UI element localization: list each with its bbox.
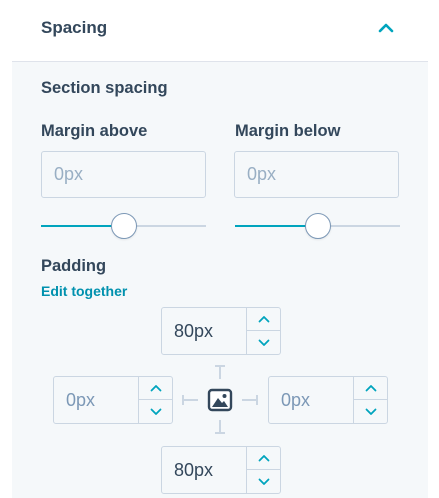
padding-top-input[interactable] [162,308,246,354]
chevron-down-icon [258,339,269,346]
padding-bottom-stepper[interactable] [161,446,281,494]
padding-left-marker-icon [182,395,198,405]
padding-bottom-marker-icon [215,420,225,434]
padding-bottom-input[interactable] [162,447,246,493]
padding-right-decrement-button[interactable] [354,400,387,423]
image-icon [207,388,233,412]
padding-left-input[interactable] [54,377,138,423]
padding-top-decrement-button[interactable] [247,331,280,354]
chevron-up-icon[interactable] [376,18,396,38]
margin-above-label: Margin above [41,122,148,140]
padding-right-marker-icon [242,395,258,405]
margin-above-input[interactable] [41,151,206,198]
padding-top-marker-icon [215,365,225,379]
padding-right-increment-button[interactable] [354,377,387,400]
padding-bottom-increment-button[interactable] [247,447,280,470]
padding-bottom-spin-buttons [246,447,280,493]
padding-bottom-decrement-button[interactable] [247,470,280,493]
chevron-down-icon [150,408,161,415]
spacing-panel: Section spacing Margin above Margin belo… [12,62,428,498]
padding-left-decrement-button[interactable] [139,400,172,423]
slider-thumb[interactable] [304,213,331,239]
padding-left-increment-button[interactable] [139,377,172,400]
margin-below-input[interactable] [234,151,399,198]
margin-above-slider[interactable] [41,213,206,239]
chevron-up-icon [258,316,269,323]
padding-top-spin-buttons [246,308,280,354]
edit-together-link[interactable]: Edit together [41,283,127,299]
padding-left-stepper[interactable] [53,376,173,424]
padding-top-stepper[interactable] [161,307,281,355]
margin-below-label: Margin below [235,122,341,140]
chevron-down-icon [365,408,376,415]
chevron-up-icon [150,385,161,392]
chevron-up-icon [365,385,376,392]
chevron-up-icon [258,455,269,462]
slider-thumb[interactable] [110,213,137,239]
padding-right-stepper[interactable] [268,376,388,424]
margin-below-slider[interactable] [235,213,400,239]
section-spacing-title: Section spacing [41,79,168,97]
padding-label: Padding [41,257,107,275]
spacing-header[interactable]: Spacing [12,0,428,62]
chevron-down-icon [258,478,269,485]
padding-left-spin-buttons [138,377,172,423]
padding-top-increment-button[interactable] [247,308,280,331]
padding-right-input[interactable] [269,377,353,423]
spacing-title: Spacing [41,18,108,37]
padding-right-spin-buttons [353,377,387,423]
